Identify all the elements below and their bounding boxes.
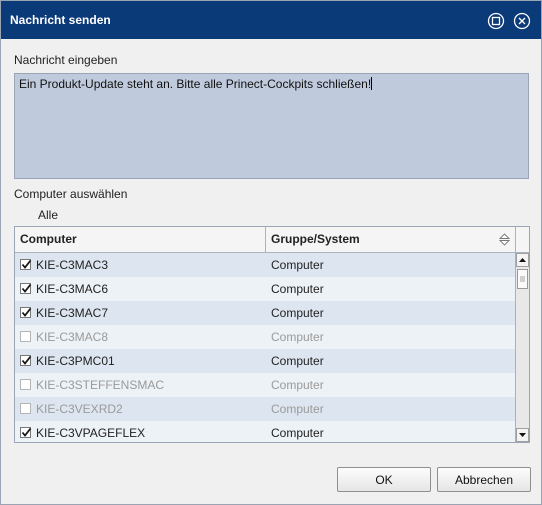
checkmark-icon bbox=[21, 355, 32, 365]
group-system-cell: Computer bbox=[271, 426, 324, 440]
row-checkbox bbox=[20, 403, 31, 414]
column-divider-end bbox=[515, 227, 516, 252]
checkmark-icon bbox=[21, 427, 32, 437]
column-header-computer[interactable]: Computer bbox=[20, 227, 77, 252]
close-icon[interactable] bbox=[513, 12, 531, 30]
table-row[interactable]: KIE-C3STEFFENSMAC Computer bbox=[15, 373, 515, 397]
row-checkbox[interactable] bbox=[20, 259, 32, 270]
computer-name-cell: KIE-C3VEXRD2 bbox=[36, 402, 123, 416]
row-checkbox[interactable] bbox=[20, 355, 32, 366]
table-row[interactable]: KIE-C3PMC01 Computer bbox=[15, 349, 515, 373]
checkmark-icon bbox=[21, 283, 32, 293]
table-row[interactable]: KIE-C3VPAGEFLEX Computer bbox=[15, 421, 515, 442]
select-all-option[interactable]: Alle bbox=[38, 208, 58, 222]
computer-name-cell: KIE-C3PMC01 bbox=[36, 354, 115, 368]
table-row[interactable]: KIE-C3MAC6 Computer bbox=[15, 277, 515, 301]
group-system-cell: Computer bbox=[271, 258, 324, 272]
sort-icon[interactable] bbox=[499, 233, 510, 246]
computer-name-cell: KIE-C3STEFFENSMAC bbox=[36, 378, 165, 392]
table-row[interactable]: KIE-C3MAC8 Computer bbox=[15, 325, 515, 349]
computer-name-cell: KIE-C3MAC8 bbox=[36, 330, 109, 344]
ok-button[interactable]: OK bbox=[337, 467, 431, 492]
table-row[interactable]: KIE-C3VEXRD2 Computer bbox=[15, 397, 515, 421]
dialog-title: Nachricht senden bbox=[10, 13, 111, 27]
restore-icon[interactable] bbox=[487, 12, 505, 30]
checkmark-icon bbox=[21, 307, 32, 317]
row-checkbox[interactable] bbox=[20, 307, 32, 318]
computer-name-cell: KIE-C3MAC7 bbox=[36, 306, 109, 320]
group-system-cell: Computer bbox=[271, 354, 324, 368]
computer-name-cell: KIE-C3MAC3 bbox=[36, 258, 109, 272]
row-checkbox bbox=[20, 379, 31, 390]
text-caret bbox=[371, 77, 373, 90]
group-system-cell: Computer bbox=[271, 378, 324, 392]
message-textarea[interactable]: Ein Produkt-Update steht an. Bitte alle … bbox=[14, 73, 529, 179]
row-checkbox[interactable] bbox=[20, 283, 32, 294]
group-system-cell: Computer bbox=[271, 282, 324, 296]
column-header-group[interactable]: Gruppe/System bbox=[271, 227, 360, 252]
row-checkbox bbox=[20, 331, 31, 342]
send-message-dialog: Nachricht senden Nachricht eingeben Ein … bbox=[0, 0, 542, 505]
scroll-thumb[interactable] bbox=[517, 269, 528, 289]
table-body: KIE-C3MAC3 Computer KIE-C3MAC6 Computer KIE-… bbox=[15, 253, 515, 442]
arrow-down-icon bbox=[519, 433, 526, 437]
table-row[interactable]: KIE-C3MAC3 Computer bbox=[15, 253, 515, 277]
message-label: Nachricht eingeben bbox=[14, 53, 118, 67]
group-system-cell: Computer bbox=[271, 306, 324, 320]
row-checkbox[interactable] bbox=[20, 427, 32, 438]
column-divider[interactable] bbox=[265, 227, 266, 252]
grip-icon bbox=[520, 276, 525, 282]
group-system-cell: Computer bbox=[271, 402, 324, 416]
group-system-cell: Computer bbox=[271, 330, 324, 344]
checkmark-icon bbox=[21, 259, 32, 269]
title-bar: Nachricht senden bbox=[1, 1, 541, 39]
computer-name-cell: KIE-C3VPAGEFLEX bbox=[36, 426, 146, 440]
computer-select-label: Computer auswählen bbox=[14, 187, 128, 201]
vertical-scrollbar[interactable] bbox=[515, 253, 529, 442]
scroll-up-button[interactable] bbox=[516, 253, 529, 267]
message-text: Ein Produkt-Update steht an. Bitte alle … bbox=[19, 77, 372, 91]
arrow-up-icon bbox=[519, 258, 526, 262]
scroll-down-button[interactable] bbox=[516, 428, 529, 442]
table-row[interactable]: KIE-C3MAC7 Computer bbox=[15, 301, 515, 325]
cancel-button[interactable]: Abbrechen bbox=[437, 467, 531, 492]
computer-name-cell: KIE-C3MAC6 bbox=[36, 282, 109, 296]
table-header: Computer Gruppe/System bbox=[15, 227, 529, 253]
computer-table: Computer Gruppe/System KIE-C3MAC3 Compute… bbox=[14, 226, 530, 443]
